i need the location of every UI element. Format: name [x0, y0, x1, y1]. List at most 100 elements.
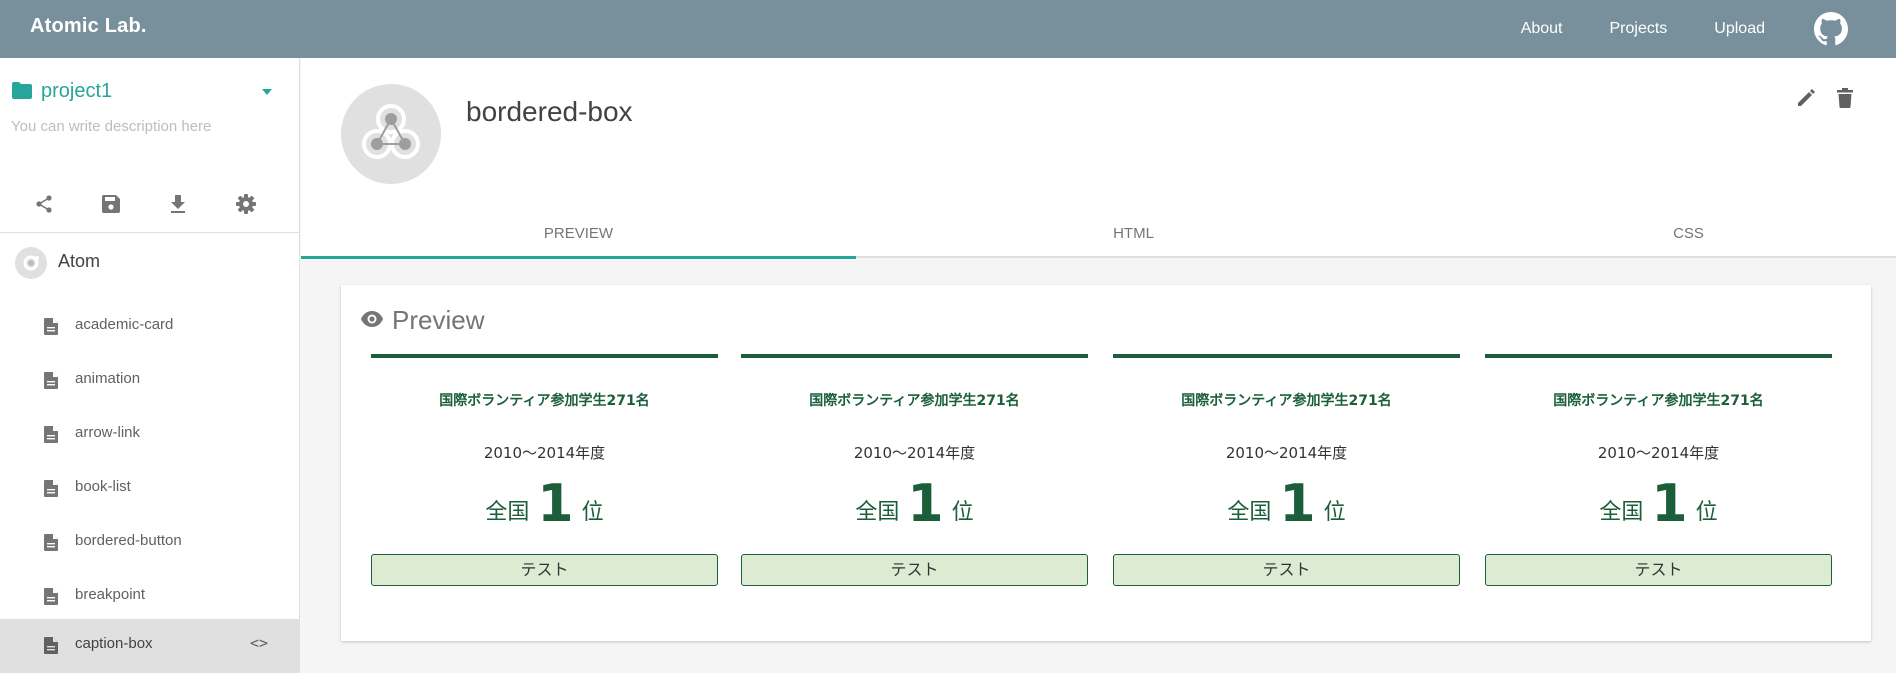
- sidebar-item-label: caption-box: [75, 635, 153, 652]
- sidebar: project1 You can write description here: [0, 58, 300, 673]
- sidebar-item-academic-card[interactable]: academic-card: [0, 300, 299, 354]
- project-selector[interactable]: project1: [12, 80, 272, 108]
- folder-icon: [12, 82, 32, 99]
- atom-icon: [15, 247, 47, 279]
- sidebar-item-label: breakpoint: [75, 586, 146, 603]
- sidebar-item-bordered-button[interactable]: bordered-button: [0, 516, 299, 570]
- delete-button[interactable]: [1837, 88, 1853, 112]
- download-icon: [171, 195, 185, 213]
- rank-number: 1: [1279, 474, 1316, 534]
- box-period: 2010〜2014年度: [1597, 444, 1720, 462]
- test-button[interactable]: テスト: [741, 554, 1088, 586]
- component-tabs: PREVIEW HTML CSS: [301, 210, 1896, 258]
- rank-prefix: 全国: [485, 500, 530, 525]
- active-tab-indicator: [301, 256, 856, 259]
- tab-css[interactable]: CSS: [1411, 210, 1896, 258]
- sidebar-item-label: animation: [75, 370, 141, 387]
- box-heading: 国際ボランティア参加学生271名: [1553, 393, 1764, 409]
- sidebar-item-animation[interactable]: animation: [0, 354, 299, 408]
- main-content: bordered-box PREVIEW HTML CSS Preview 国際…: [301, 58, 1896, 673]
- rank-prefix: 全国: [855, 500, 900, 525]
- box-top-border: [371, 354, 718, 358]
- bordered-box: 国際ボランティア参加学生271名 2010〜2014年度 全国 1 位 テスト: [1113, 354, 1460, 594]
- nav-upload-link[interactable]: Upload: [1714, 20, 1765, 38]
- sidebar-item-book-list[interactable]: book-list: [0, 462, 299, 516]
- test-button[interactable]: テスト: [1113, 554, 1460, 586]
- sidebar-item-caption-box[interactable]: caption-box <>: [0, 619, 299, 673]
- gear-icon: [236, 194, 256, 214]
- bordered-box: 国際ボランティア参加学生271名 2010〜2014年度 全国 1 位 テスト: [1485, 354, 1832, 594]
- sidebar-item-breakpoint[interactable]: breakpoint: [0, 570, 299, 624]
- github-icon[interactable]: [1814, 12, 1848, 46]
- box-rank: 全国 1 位: [371, 474, 718, 534]
- sidebar-item-label: book-list: [75, 478, 131, 495]
- box-top-border: [741, 354, 1088, 358]
- nav-about-link[interactable]: About: [1521, 20, 1563, 38]
- file-icon: [44, 588, 58, 605]
- rank-number: 1: [907, 474, 944, 534]
- tab-html[interactable]: HTML: [856, 210, 1411, 258]
- file-icon: [44, 637, 58, 654]
- rank-suffix: 位: [581, 500, 604, 525]
- file-icon: [44, 426, 58, 443]
- download-button[interactable]: [160, 186, 196, 222]
- box-period: 2010〜2014年度: [483, 444, 606, 462]
- pencil-icon: [1798, 89, 1815, 106]
- file-icon: [44, 534, 58, 551]
- preview-title: Preview: [392, 305, 485, 335]
- share-button[interactable]: [26, 186, 62, 222]
- rank-number: 1: [1651, 474, 1688, 534]
- component-title: bordered-box: [466, 96, 633, 127]
- top-navbar: Atomic Lab. About Projects Upload: [0, 0, 1896, 58]
- box-heading: 国際ボランティア参加学生271名: [439, 393, 650, 409]
- project-toolbar: [0, 186, 299, 230]
- rank-number: 1: [537, 474, 574, 534]
- bordered-box: 国際ボランティア参加学生271名 2010〜2014年度 全国 1 位 テスト: [371, 354, 718, 594]
- sidebar-item-label: academic-card: [75, 316, 174, 333]
- preview-card: Preview 国際ボランティア参加学生271名 2010〜2014年度 全国 1…: [341, 285, 1871, 641]
- trash-icon: [1837, 88, 1853, 108]
- rank-prefix: 全国: [1227, 500, 1272, 525]
- test-button[interactable]: テスト: [371, 554, 718, 586]
- edit-button[interactable]: [1796, 88, 1816, 112]
- box-rank: 全国 1 位: [1113, 474, 1460, 534]
- bordered-box: 国際ボランティア参加学生271名 2010〜2014年度 全国 1 位 テスト: [741, 354, 1088, 594]
- atom-logo-icon: [362, 104, 420, 159]
- tab-preview[interactable]: PREVIEW: [301, 210, 856, 258]
- save-button[interactable]: [93, 186, 129, 222]
- sidebar-divider: [0, 232, 299, 233]
- file-icon: [44, 372, 58, 389]
- brand-logo[interactable]: Atomic Lab.: [30, 15, 147, 38]
- rank-suffix: 位: [1695, 500, 1718, 525]
- nav-links: About Projects Upload: [1521, 0, 1896, 58]
- rank-prefix: 全国: [1599, 500, 1644, 525]
- box-heading: 国際ボランティア参加学生271名: [1181, 393, 1392, 409]
- test-button[interactable]: テスト: [1485, 554, 1832, 586]
- sidebar-item-label: arrow-link: [75, 424, 141, 441]
- component-avatar: [341, 84, 441, 184]
- box-period: 2010〜2014年度: [1225, 444, 1348, 462]
- file-icon: [44, 318, 58, 335]
- atom-section-header[interactable]: Atom: [15, 245, 295, 285]
- eye-icon: [361, 311, 383, 327]
- save-icon: [102, 195, 120, 213]
- box-period: 2010〜2014年度: [853, 444, 976, 462]
- rank-suffix: 位: [951, 500, 974, 525]
- sidebar-item-label: bordered-button: [75, 532, 182, 549]
- code-icon[interactable]: <>: [250, 634, 268, 652]
- box-heading: 国際ボランティア参加学生271名: [809, 393, 1020, 409]
- box-rank: 全国 1 位: [741, 474, 1088, 534]
- chevron-down-icon[interactable]: [262, 89, 272, 95]
- project-description: You can write description here: [11, 118, 212, 135]
- nav-projects-link[interactable]: Projects: [1610, 20, 1668, 38]
- project-name: project1: [41, 80, 113, 102]
- sidebar-item-arrow-link[interactable]: arrow-link: [0, 408, 299, 462]
- settings-button[interactable]: [228, 186, 264, 222]
- box-top-border: [1485, 354, 1832, 358]
- rank-suffix: 位: [1323, 500, 1346, 525]
- file-icon: [44, 480, 58, 497]
- atom-section-label: Atom: [58, 251, 101, 271]
- box-rank: 全国 1 位: [1485, 474, 1832, 534]
- bordered-box-list: 国際ボランティア参加学生271名 2010〜2014年度 全国 1 位 テスト 国際…: [371, 354, 1841, 594]
- share-icon: [36, 195, 52, 213]
